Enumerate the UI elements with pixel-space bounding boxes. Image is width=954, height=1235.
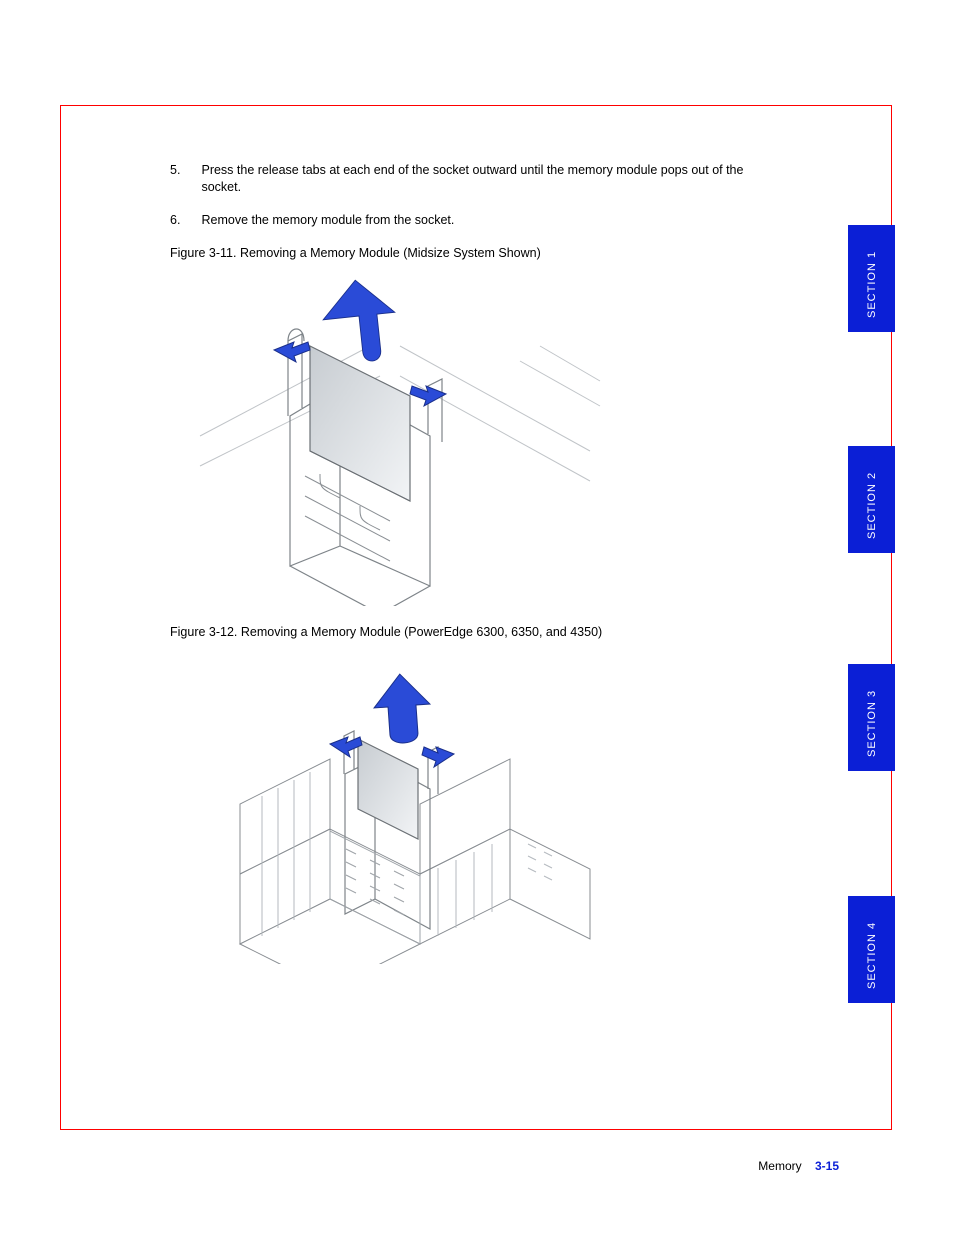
tab-section-2[interactable]: SECTION 2 <box>848 446 895 553</box>
tab-section-4[interactable]: SECTION 4 <box>848 896 895 1003</box>
section-tabs: SECTION 1 SECTION 2 SECTION 3 SECTION 4 <box>848 0 894 1235</box>
step-text: Remove the memory module from the socket… <box>201 212 771 229</box>
tab-section-1[interactable]: SECTION 1 <box>848 225 895 332</box>
step-5: 5. Press the release tabs at each end of… <box>170 162 782 196</box>
footer-title: Memory <box>758 1159 801 1173</box>
tab-label: SECTION 3 <box>849 664 895 783</box>
step-number: 5. <box>170 162 198 179</box>
figure-caption-2: Figure 3-12. Removing a Memory Module (P… <box>170 624 782 641</box>
figure-caption-1: Figure 3-11. Removing a Memory Module (M… <box>170 245 782 262</box>
main-content: 5. Press the release tabs at each end of… <box>170 162 782 982</box>
step-text: Press the release tabs at each end of th… <box>201 162 771 196</box>
figure-2 <box>170 644 782 964</box>
page-number: 3-15 <box>815 1159 839 1173</box>
figure-1 <box>170 266 782 606</box>
step-6: 6. Remove the memory module from the soc… <box>170 212 782 229</box>
step-number: 6. <box>170 212 198 229</box>
tab-label: SECTION 4 <box>849 896 895 1015</box>
tab-label: SECTION 2 <box>849 446 895 565</box>
tab-label: SECTION 1 <box>849 225 895 344</box>
tab-section-3[interactable]: SECTION 3 <box>848 664 895 771</box>
page-footer: Memory 3-15 <box>170 1159 839 1173</box>
